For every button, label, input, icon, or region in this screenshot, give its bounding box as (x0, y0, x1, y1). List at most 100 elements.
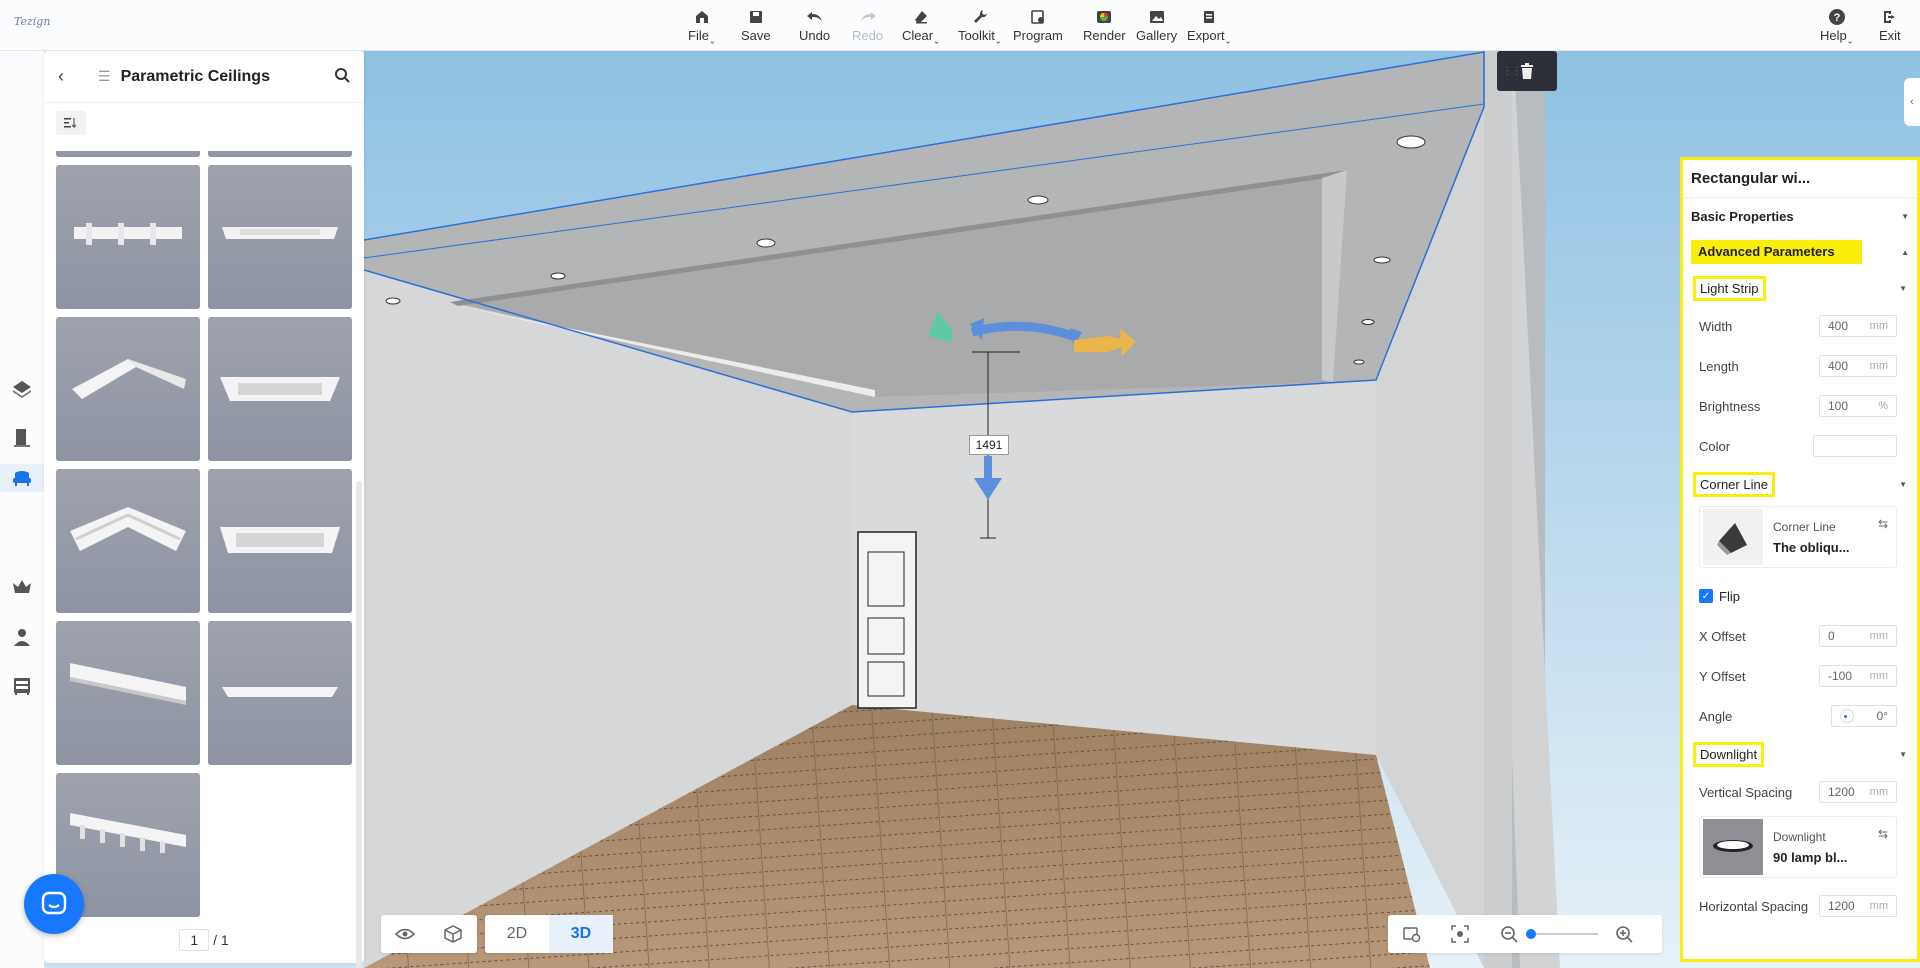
corner-line-card[interactable]: Corner Line The obliqu... ⇆ (1699, 506, 1897, 568)
eraser-icon (913, 6, 929, 28)
length-row: Length 400 mm (1683, 346, 1917, 386)
render-button[interactable]: Render (1083, 6, 1126, 43)
file-label: File (688, 28, 709, 43)
angle-input[interactable]: 0° (1831, 705, 1897, 727)
category-floor[interactable] (8, 375, 36, 403)
y-offset-unit: mm (1869, 670, 1888, 682)
door-icon (14, 429, 30, 447)
category-user[interactable] (8, 623, 36, 651)
redo-button[interactable]: Redo (852, 6, 883, 43)
y-offset-input[interactable]: -100 mm (1819, 665, 1897, 687)
eye-toggle[interactable] (381, 915, 429, 953)
page-total: / 1 (213, 932, 229, 948)
mode-3d-button[interactable]: 3D (549, 915, 613, 953)
category-ceiling[interactable] (0, 464, 44, 492)
color-picker[interactable] (1813, 435, 1897, 457)
light-strip-group[interactable]: Light Strip ▼ (1683, 270, 1917, 306)
user-icon (14, 629, 30, 646)
catalog-item[interactable] (208, 151, 352, 157)
height-dimension-label[interactable]: 1491 (969, 435, 1009, 455)
downlight-group[interactable]: Downlight ▼ (1683, 736, 1917, 772)
zoom-in-button[interactable] (1598, 915, 1650, 953)
home-file-icon (694, 6, 710, 28)
zoom-out-button[interactable] (1494, 915, 1524, 953)
file-menu[interactable]: File⌄ (688, 6, 716, 46)
camera-settings-button[interactable] (1388, 915, 1436, 953)
chat-support-button[interactable] (24, 874, 84, 934)
corner-line-group[interactable]: Corner Line ▼ (1683, 466, 1917, 502)
vertical-spacing-input[interactable]: 1200 mm (1819, 781, 1897, 803)
brightness-input[interactable]: 100% (1819, 395, 1897, 417)
properties-panel: Rectangular wi... Basic Properties ▼ Adv… (1680, 157, 1920, 962)
export-menu[interactable]: Export⌄ (1187, 6, 1231, 46)
gallery-button[interactable]: Gallery (1136, 6, 1177, 43)
toolkit-label: Toolkit (958, 28, 995, 43)
layers-icon (13, 381, 31, 398)
x-offset-input[interactable]: 0 mm (1819, 625, 1897, 647)
angle-dial-icon[interactable] (1840, 709, 1854, 723)
width-input[interactable]: 400 mm (1819, 315, 1897, 337)
cube-toggle[interactable] (429, 915, 477, 953)
catalog-item[interactable] (56, 317, 200, 461)
collapse-panel-toggle[interactable]: ‹ (1904, 78, 1920, 126)
back-chevron-icon[interactable]: ‹ (58, 66, 64, 87)
category-cabinet[interactable] (8, 672, 36, 700)
toolkit-menu[interactable]: Toolkit⌄ (958, 6, 1002, 46)
brightness-label: Brightness (1699, 398, 1761, 414)
catalog-panel: ‹ ☰ Parametric Ceilings 1 / 1 (44, 51, 364, 968)
drag-handle-icon[interactable]: ⋮⋮ (1502, 66, 1522, 77)
replace-icon[interactable]: ⇆ (1878, 517, 1888, 531)
zoom-slider-thumb[interactable] (1526, 929, 1536, 939)
focus-button[interactable] (1436, 915, 1484, 953)
catalog-item[interactable] (208, 317, 352, 461)
render-icon (1096, 6, 1112, 28)
clear-menu[interactable]: Clear⌄ (902, 6, 940, 46)
exit-button[interactable]: Exit (1879, 6, 1901, 43)
save-button[interactable]: Save (741, 6, 771, 43)
basic-properties-section[interactable]: Basic Properties ▼ (1683, 198, 1917, 234)
app-logo[interactable]: Tezign (14, 15, 50, 28)
color-label: Color (1699, 438, 1731, 454)
search-icon[interactable] (334, 67, 350, 86)
top-toolbar: Tezign File⌄ Save Undo Redo Clear⌄ Toolk… (0, 0, 1920, 51)
program-label: Program (1013, 28, 1063, 43)
delete-button[interactable]: ⋮⋮ (1497, 51, 1557, 91)
zoom-out-icon (1501, 926, 1518, 943)
length-input[interactable]: 400 mm (1819, 355, 1897, 377)
program-button[interactable]: Program (1013, 6, 1063, 43)
undo-button[interactable]: Undo (799, 6, 830, 43)
category-premium[interactable] (8, 573, 36, 601)
vertical-spacing-row: Vertical Spacing 1200 mm (1683, 772, 1917, 812)
sort-button[interactable] (56, 111, 86, 135)
x-offset-row: X Offset 0 mm (1683, 616, 1917, 656)
catalog-item[interactable] (56, 151, 200, 157)
flip-checkbox[interactable]: ✓ Flip (1683, 576, 1917, 616)
downlight-card[interactable]: Downlight 90 lamp bl... ⇆ (1699, 816, 1897, 878)
catalog-header: ‹ ☰ Parametric Ceilings (44, 51, 364, 103)
catalog-scrollbar[interactable] (356, 481, 362, 968)
help-menu[interactable]: ? Help⌄ (1820, 6, 1853, 46)
horizontal-spacing-value: 1200 (1828, 899, 1855, 913)
advanced-parameters-section[interactable]: Advanced Parameters ▲ (1683, 234, 1917, 270)
width-unit: mm (1869, 320, 1888, 332)
basic-properties-label: Basic Properties (1691, 208, 1794, 224)
list-icon: ☰ (98, 68, 111, 84)
catalog-item[interactable] (208, 469, 352, 613)
zoom-slider[interactable] (1524, 915, 1598, 953)
category-door[interactable] (8, 424, 36, 452)
catalog-item[interactable] (208, 165, 352, 309)
horizontal-spacing-input[interactable]: 1200 mm (1819, 895, 1897, 917)
zoom-slider-track (1530, 933, 1598, 935)
catalog-item[interactable] (208, 621, 352, 765)
catalog-item[interactable] (56, 621, 200, 765)
render-label: Render (1083, 28, 1126, 43)
flip-label: Flip (1719, 588, 1740, 604)
catalog-item[interactable] (56, 165, 200, 309)
mode-2d-button[interactable]: 2D (485, 915, 549, 953)
catalog-title: Parametric Ceilings (120, 67, 270, 85)
horizontal-spacing-unit: mm (1869, 900, 1888, 912)
catalog-item[interactable] (56, 469, 200, 613)
undo-icon (806, 6, 824, 28)
page-input[interactable]: 1 (179, 929, 210, 951)
replace-icon[interactable]: ⇆ (1878, 827, 1888, 841)
